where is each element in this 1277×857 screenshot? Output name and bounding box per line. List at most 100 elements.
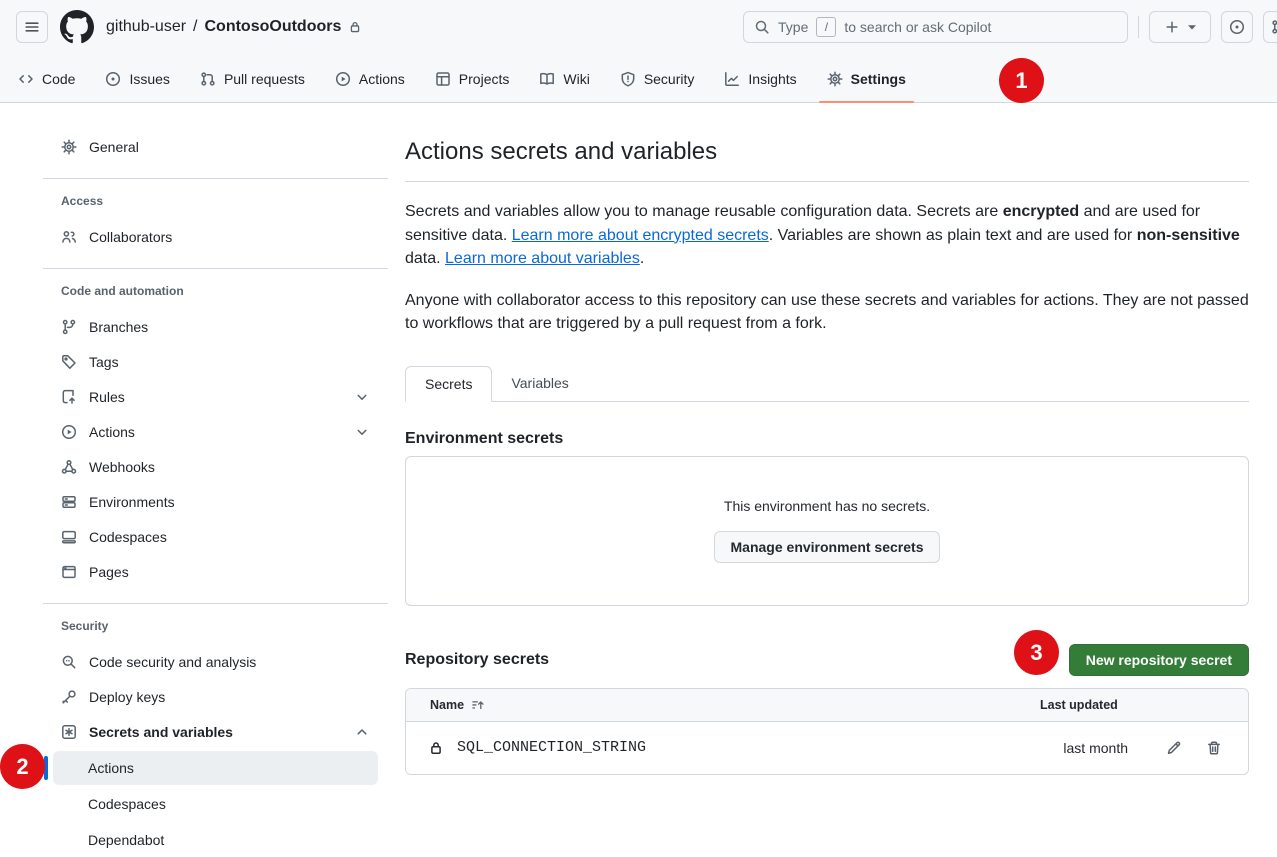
sidebar-item-label: Pages — [89, 564, 129, 580]
shield-icon — [620, 71, 636, 87]
intro-bold-encrypted: encrypted — [1003, 203, 1079, 220]
sidebar-item-label: Branches — [89, 319, 148, 335]
access-paragraph: Anyone with collaborator access to this … — [405, 289, 1249, 336]
sidebar-section-access-items: Collaborators — [53, 219, 378, 254]
webhook-icon — [61, 459, 77, 475]
table-row: SQL_CONNECTION_STRING last month — [406, 722, 1248, 774]
manage-environment-secrets-button[interactable]: Manage environment secrets — [714, 531, 941, 563]
git-pull-request-icon — [1271, 19, 1277, 35]
tab-label: Wiki — [563, 71, 589, 87]
sort-ascending-icon — [471, 698, 485, 712]
sidebar-subitem-label: Codespaces — [88, 796, 166, 812]
sidebar-item-label: Tags — [89, 354, 119, 370]
tab-insights[interactable]: Insights — [716, 54, 804, 103]
create-new-button[interactable] — [1149, 11, 1211, 43]
tab-pull-requests[interactable]: Pull requests — [192, 54, 313, 103]
breadcrumb-repo[interactable]: ContosoOutdoors — [205, 18, 342, 36]
private-lock-icon — [348, 20, 362, 34]
sidebar-item-actions[interactable]: Actions — [53, 414, 378, 449]
tab-variables[interactable]: Variables — [492, 366, 587, 401]
sidebar-section-code-automation: Code and automation — [53, 283, 378, 299]
tab-issues[interactable]: Issues — [97, 54, 177, 103]
server-icon — [61, 494, 77, 510]
intro-text: data. — [405, 250, 445, 267]
codespaces-icon — [61, 529, 77, 545]
link-variables[interactable]: Learn more about variables — [445, 250, 640, 267]
tab-actions[interactable]: Actions — [327, 54, 413, 103]
secret-name-cell: SQL_CONNECTION_STRING — [428, 739, 1040, 756]
link-encrypted-secrets[interactable]: Learn more about encrypted secrets — [512, 227, 769, 244]
pencil-icon — [1166, 740, 1182, 756]
environment-secrets-box: This environment has no secrets. Manage … — [405, 456, 1249, 606]
sidebar-item-environments[interactable]: Environments — [53, 484, 378, 519]
tab-label: Settings — [851, 71, 906, 87]
sidebar-subitem-codespaces[interactable]: Codespaces — [53, 787, 378, 821]
annotation-step-3: 3 — [1014, 630, 1059, 675]
chevron-down-icon — [354, 389, 370, 405]
hamburger-menu-button[interactable] — [16, 11, 48, 43]
header-divider — [1138, 16, 1139, 38]
sidebar-item-webhooks[interactable]: Webhooks — [53, 449, 378, 484]
tab-label: Code — [42, 71, 75, 87]
tab-secrets[interactable]: Secrets — [405, 366, 492, 402]
table-icon — [435, 71, 451, 87]
tag-icon — [61, 354, 77, 370]
sidebar-item-collaborators[interactable]: Collaborators — [53, 219, 378, 254]
sidebar-item-tags[interactable]: Tags — [53, 344, 378, 379]
global-search-input[interactable]: Type / to search or ask Copilot — [743, 11, 1128, 43]
sidebar-section-security: Security — [53, 618, 378, 634]
people-icon — [61, 229, 77, 245]
tab-code[interactable]: Code — [10, 54, 83, 103]
gear-icon — [827, 71, 843, 87]
code-scan-icon — [61, 654, 77, 670]
sidebar-item-label: Code security and analysis — [89, 654, 256, 670]
breadcrumb: github-user / ContosoOutdoors — [106, 18, 362, 36]
sidebar-item-deploy-keys[interactable]: Deploy keys — [53, 679, 378, 714]
intro-text: . — [640, 250, 644, 267]
header-right-cluster: Type / to search or ask Copilot — [743, 11, 1277, 43]
sidebar-subitem-dependabot[interactable]: Dependabot — [53, 823, 378, 857]
sidebar-item-general[interactable]: General — [53, 129, 378, 164]
delete-secret-button[interactable] — [1206, 740, 1222, 756]
chevron-down-icon — [354, 424, 370, 440]
pull-requests-dashboard-button[interactable] — [1263, 11, 1277, 43]
key-icon — [61, 689, 77, 705]
sidebar-item-rules[interactable]: Rules — [53, 379, 378, 414]
new-repository-secret-button[interactable]: New repository secret — [1069, 644, 1249, 676]
breadcrumb-owner[interactable]: github-user — [106, 18, 186, 36]
sidebar-item-code-security[interactable]: Code security and analysis — [53, 644, 378, 679]
name-sort-header[interactable]: Name — [430, 698, 1040, 712]
sidebar-item-label: Webhooks — [89, 459, 155, 475]
tab-settings[interactable]: Settings — [819, 54, 914, 103]
tab-projects[interactable]: Projects — [427, 54, 518, 103]
sidebar-item-label: Actions — [89, 424, 135, 440]
settings-nav: General Access Collaborators Code and au… — [53, 129, 378, 857]
tab-wiki[interactable]: Wiki — [531, 54, 597, 103]
tab-security[interactable]: Security — [612, 54, 703, 103]
sidebar-item-secrets-and-variables[interactable]: Secrets and variables — [53, 714, 378, 749]
secrets-variables-tabs: Secrets Variables — [405, 366, 1249, 402]
issues-dashboard-button[interactable] — [1221, 11, 1253, 43]
github-logo-icon[interactable] — [60, 10, 94, 44]
edit-secret-button[interactable] — [1166, 740, 1182, 756]
environment-empty-message: This environment has no secrets. — [724, 498, 930, 514]
sidebar-item-branches[interactable]: Branches — [53, 309, 378, 344]
issue-opened-icon — [105, 71, 121, 87]
secret-name: SQL_CONNECTION_STRING — [457, 739, 646, 756]
table-header-row: Name Last updated — [406, 689, 1248, 722]
search-icon — [754, 19, 770, 35]
secret-actions-cell: last month — [1040, 740, 1222, 756]
top-header: github-user / ContosoOutdoors Type / to … — [0, 0, 1277, 103]
title-divider — [405, 181, 1249, 182]
code-icon — [18, 71, 34, 87]
rules-icon — [61, 389, 77, 405]
play-circle-icon — [61, 424, 77, 440]
sidebar-item-codespaces[interactable]: Codespaces — [53, 519, 378, 554]
tab-label: Projects — [459, 71, 510, 87]
sidebar-subitem-actions[interactable]: Actions — [53, 751, 378, 785]
sidebar-divider — [43, 178, 388, 179]
repository-secrets-header-row: Repository secrets New repository secret — [405, 644, 1249, 676]
sidebar-item-pages[interactable]: Pages — [53, 554, 378, 589]
annotation-step-2: 2 — [0, 744, 45, 789]
page-content: General Access Collaborators Code and au… — [0, 103, 1277, 857]
